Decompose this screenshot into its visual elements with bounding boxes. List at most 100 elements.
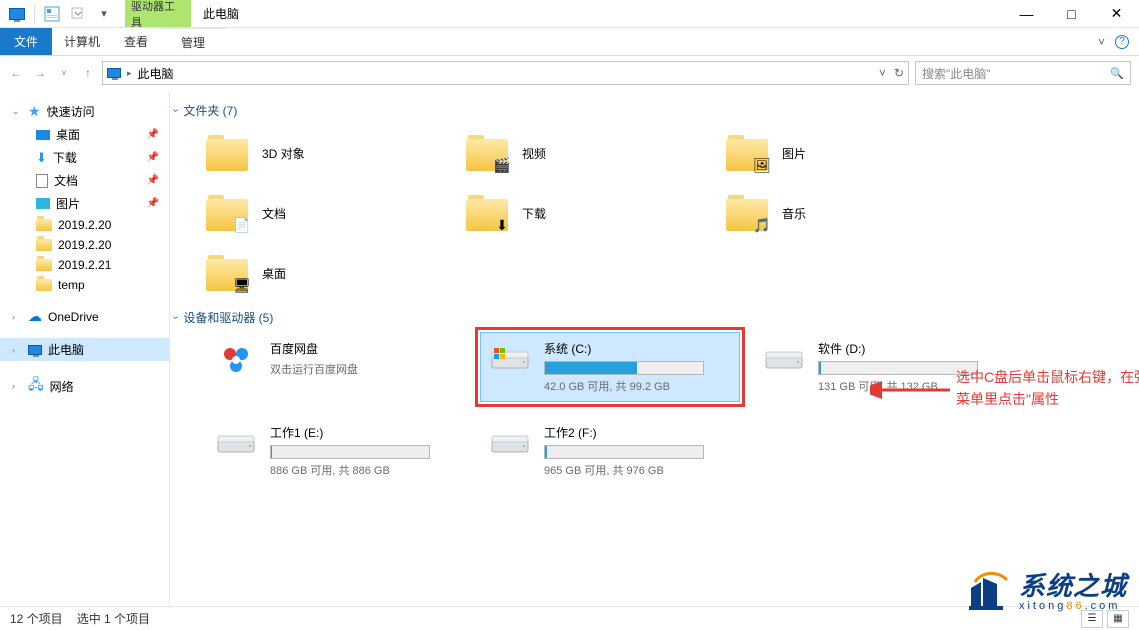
nav-recent-dropdown[interactable]: ˅ [56, 68, 72, 78]
drive-icon [214, 424, 258, 460]
sidebar-item-pictures[interactable]: 图片 📌 [0, 192, 169, 215]
sidebar-quick-access[interactable]: ⌄ ★ 快速访问 [0, 100, 169, 123]
ribbon-tab-manage[interactable]: 管理 [160, 28, 226, 55]
address-refresh-icon[interactable]: ↻ [894, 66, 904, 80]
sidebar-onedrive[interactable]: › ☁ OneDrive [0, 305, 169, 328]
sidebar-item-folder[interactable]: temp [0, 275, 169, 295]
folder-label: 文档 [262, 205, 286, 222]
sidebar-network[interactable]: › 🖧 网络 [0, 371, 169, 401]
folder-icon: 🖼 [726, 135, 768, 171]
window-title: 此电脑 [203, 5, 239, 22]
search-icon[interactable]: 🔍 [1110, 67, 1124, 80]
folder-overlay-icon: 🖼 [752, 155, 772, 175]
folder-label: 视频 [522, 145, 546, 162]
drive-item[interactable]: 工作1 (E:) 886 GB 可用, 共 886 GB [206, 416, 466, 486]
chevron-down-icon[interactable]: › [170, 316, 181, 319]
drive-item[interactable]: 百度网盘 双击运行百度网盘 [206, 332, 466, 402]
thispc-icon [107, 68, 121, 78]
sidebar-item-folder[interactable]: 2019.2.20 [0, 235, 169, 255]
ribbon-tab-view[interactable]: 查看 [112, 28, 160, 55]
folder-item[interactable]: 📄 文档 [206, 185, 456, 241]
main-area: ⌄ ★ 快速访问 桌面 📌 ⬇ 下载 📌 文档 📌 图片 📌 2019.2.20 [0, 90, 1139, 606]
section-drives-header[interactable]: › 设备和驱动器 (5) [174, 309, 1129, 326]
drive-capacity-text: 131 GB 可用, 共 132 GB [818, 378, 1006, 394]
titlebar: ▾ 驱动器工具 此电脑 — □ ✕ [0, 0, 1139, 28]
ribbon-header: 文件 计算机 查看 管理 ˅ ? [0, 28, 1139, 56]
qat-overflow[interactable]: ▾ [93, 3, 115, 25]
window-controls: — □ ✕ [1004, 0, 1139, 28]
folder-item[interactable]: 🎬 视频 [466, 125, 716, 181]
drive-item[interactable]: 工作2 (F:) 965 GB 可用, 共 976 GB [480, 416, 740, 486]
folder-icon [36, 219, 52, 231]
drive-item[interactable]: 软件 (D:) 131 GB 可用, 共 132 GB [754, 332, 1014, 402]
drive-capacity-bar [544, 445, 704, 459]
folder-item[interactable]: 🖼 图片 [726, 125, 976, 181]
ribbon-help-icon[interactable]: ? [1115, 35, 1129, 49]
network-icon: 🖧 [28, 374, 44, 398]
section-folders-header[interactable]: › 文件夹 (7) [174, 102, 1129, 119]
file-tab[interactable]: 文件 [0, 28, 52, 55]
minimize-button[interactable]: — [1004, 0, 1049, 28]
drive-icon [488, 340, 532, 376]
folder-icon: 📄 [206, 195, 248, 231]
sidebar-this-pc[interactable]: › 此电脑 [0, 338, 169, 361]
nav-forward-button[interactable]: → [32, 66, 48, 80]
desktop-icon [36, 130, 50, 140]
folder-item[interactable]: 🎵 音乐 [726, 185, 976, 241]
expand-icon[interactable]: › [12, 345, 22, 355]
sidebar-item-label: 下载 [53, 149, 77, 166]
search-box[interactable]: 搜索"此电脑" 🔍 [915, 61, 1131, 85]
folder-item[interactable]: 3D 对象 [206, 125, 456, 181]
drive-capacity-bar [544, 361, 704, 375]
navigation-pane: ⌄ ★ 快速访问 桌面 📌 ⬇ 下载 📌 文档 📌 图片 📌 2019.2.20 [0, 90, 170, 606]
status-selected-count: 选中 1 个项目 [77, 610, 150, 627]
view-details-button[interactable]: ☰ [1081, 610, 1103, 628]
address-bar[interactable]: ▸ 此电脑 ˅ ↻ [102, 61, 909, 85]
drive-item[interactable]: 系统 (C:) 42.0 GB 可用, 共 99.2 GB [480, 332, 740, 402]
content-pane: › 文件夹 (7) 3D 对象 🎬 视频 🖼 图片 📄 文档 ⬇ 下载 [170, 90, 1139, 606]
quick-access-toolbar: ▾ [0, 3, 121, 25]
ribbon-expand-icon[interactable]: ˅ [1098, 35, 1105, 49]
sidebar-item-label: 2019.2.20 [58, 238, 111, 252]
pin-icon: 📌 [147, 129, 159, 140]
drive-tools-contextual-tab[interactable]: 驱动器工具 [125, 0, 191, 27]
folder-overlay-icon: 🎬 [492, 155, 512, 175]
close-button[interactable]: ✕ [1094, 0, 1139, 28]
folder-item[interactable]: 🖥 桌面 [206, 245, 456, 301]
qat-monitor-icon[interactable] [6, 3, 28, 25]
drive-name: 工作2 (F:) [544, 424, 732, 441]
sidebar-item-desktop[interactable]: 桌面 📌 [0, 123, 169, 146]
drive-capacity-text: 886 GB 可用, 共 886 GB [270, 462, 458, 478]
qat-properties-icon[interactable] [41, 3, 63, 25]
drive-capacity-bar [270, 445, 430, 459]
expand-icon[interactable]: ⌄ [12, 106, 22, 117]
sidebar-item-downloads[interactable]: ⬇ 下载 📌 [0, 146, 169, 169]
expand-icon[interactable]: › [12, 381, 22, 391]
sidebar-label: OneDrive [48, 310, 99, 324]
chevron-down-icon[interactable]: › [170, 109, 181, 112]
maximize-button[interactable]: □ [1049, 0, 1094, 28]
qat-separator [34, 4, 35, 24]
drive-name: 百度网盘 [270, 340, 458, 357]
sidebar-label: 快速访问 [47, 103, 95, 120]
folder-item[interactable]: ⬇ 下载 [466, 185, 716, 241]
expand-icon[interactable]: › [12, 312, 22, 322]
pin-icon: 📌 [147, 152, 159, 163]
breadcrumb-separator-icon[interactable]: ▸ [127, 68, 132, 79]
sidebar-item-folder[interactable]: 2019.2.20 [0, 215, 169, 235]
folder-icon [36, 259, 52, 271]
nav-up-button[interactable]: ↑ [80, 66, 96, 80]
baidu-icon [214, 340, 258, 384]
folder-label: 下载 [522, 205, 546, 222]
breadcrumb-root[interactable]: 此电脑 [138, 65, 174, 82]
ribbon-tab-computer[interactable]: 计算机 [52, 28, 112, 55]
view-large-icons-button[interactable]: ▦ [1107, 610, 1129, 628]
address-dropdown-icon[interactable]: ˅ [879, 66, 886, 80]
sidebar-item-documents[interactable]: 文档 📌 [0, 169, 169, 192]
nav-back-button[interactable]: ← [8, 66, 24, 80]
qat-dropdown-icon[interactable] [67, 3, 89, 25]
drive-subtitle: 双击运行百度网盘 [270, 361, 458, 377]
sidebar-item-folder[interactable]: 2019.2.21 [0, 255, 169, 275]
drive-name: 工作1 (E:) [270, 424, 458, 441]
folder-overlay-icon: ⬇ [492, 215, 512, 235]
